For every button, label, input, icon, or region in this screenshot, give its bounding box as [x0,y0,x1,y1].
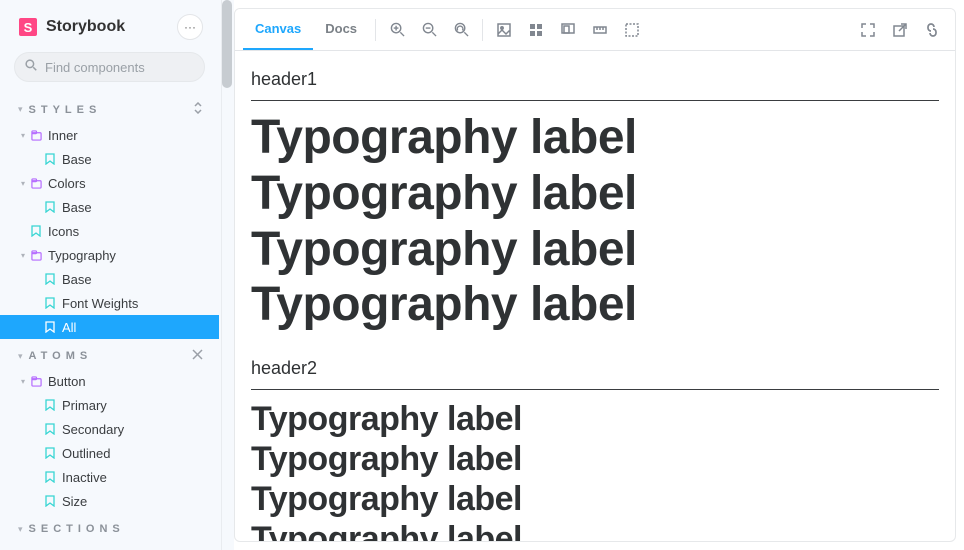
chevron-down-icon: ▾ [18,351,23,362]
story-item[interactable]: Base [0,195,219,219]
background-icon[interactable] [489,15,519,45]
folder-item[interactable]: ▾ Inner [0,123,219,147]
typography-sample: Typography label [251,440,939,478]
zoom-in-icon[interactable] [382,15,412,45]
section-label: ATOMS [29,350,93,362]
component-icon [30,249,42,261]
bookmark-icon [44,321,56,333]
chevron-down-icon: ▾ [18,179,28,188]
story-item[interactable]: All [0,315,219,339]
component-icon [30,177,42,189]
tab-canvas[interactable]: Canvas [243,9,313,50]
search-input[interactable] [43,59,221,76]
divider [251,100,939,101]
bookmark-icon [44,471,56,483]
bookmark-icon [44,423,56,435]
chevron-down-icon: ▾ [18,104,23,115]
tree-item-label: Inactive [62,470,211,485]
section-label: STYLES [29,104,102,116]
outline-icon[interactable] [617,15,647,45]
tab-docs[interactable]: Docs [313,9,369,50]
chevron-down-icon: ▾ [18,377,28,386]
divider [251,389,939,390]
typography-sample: Typography label [251,520,939,541]
bookmark-icon [44,273,56,285]
open-external-icon[interactable] [885,15,915,45]
search-icon [25,58,37,76]
component-icon [30,129,42,141]
tree-item-label: Inner [48,128,211,143]
story-item[interactable]: Inactive [0,465,219,489]
story-item[interactable]: Outlined [0,441,219,465]
search-input-wrapper[interactable]: / [14,52,205,82]
tree-item-label: Colors [48,176,211,191]
section-head-styles[interactable]: ▾ STYLES [0,92,219,123]
grid-icon[interactable] [521,15,551,45]
typography-sample: Typography label [251,480,939,518]
tree-item-label: Base [62,200,211,215]
story-item[interactable]: Primary [0,393,219,417]
typography-sample: Typography label [251,167,939,221]
story-item[interactable]: Size [0,489,219,513]
zoom-out-icon[interactable] [414,15,444,45]
bookmark-icon [30,225,42,237]
viewport-icon[interactable] [553,15,583,45]
sidebar-menu-button[interactable]: ··· [177,14,203,40]
tree-item-label: Typography [48,248,211,263]
tree-item-label: Secondary [62,422,211,437]
typography-sample: Typography label [251,111,939,165]
story-item[interactable]: Font Weights [0,291,219,315]
zoom-reset-icon[interactable] [446,15,476,45]
tree-item-label: Icons [48,224,211,239]
tree-item-label: Size [62,494,211,509]
svg-text:S: S [24,20,33,35]
typography-sample: Typography label [251,278,939,332]
tree-item-label: Font Weights [62,296,211,311]
bookmark-icon [44,495,56,507]
toolbar-divider [375,19,376,41]
chevron-down-icon: ▾ [18,131,28,140]
section-label: SECTIONS [29,523,125,535]
group-heading: header1 [251,69,939,90]
typography-sample: Typography label [251,400,939,438]
story-item[interactable]: Icons [0,219,219,243]
tree-item-label: Base [62,152,211,167]
bookmark-icon [44,297,56,309]
typography-sample: Typography label [251,223,939,277]
story-item[interactable]: Base [0,267,219,291]
chevron-down-icon: ▾ [18,251,28,260]
bookmark-icon [44,399,56,411]
bookmark-icon [44,201,56,213]
tree-item-label: Base [62,272,211,287]
tree-item-label: Primary [62,398,211,413]
folder-item[interactable]: ▾ Button [0,369,219,393]
toolbar-divider [482,19,483,41]
story-item[interactable]: Secondary [0,417,219,441]
tree-item-label: Button [48,374,211,389]
tree-item-label: All [62,320,211,335]
section-head-sections[interactable]: ▾ SECTIONS [0,513,219,541]
measure-icon[interactable] [585,15,615,45]
chevron-down-icon: ▾ [18,524,23,535]
folder-item[interactable]: ▾ Colors [0,171,219,195]
brand-title: Storybook [46,18,125,36]
sidebar-scrollbar[interactable] [222,0,234,550]
component-icon [30,375,42,387]
folder-item[interactable]: ▾ Typography [0,243,219,267]
storybook-logo: S [18,17,38,37]
collapse-all-icon[interactable] [192,349,203,363]
group-heading: header2 [251,358,939,379]
expand-collapse-icon[interactable] [193,102,203,117]
fullscreen-icon[interactable] [853,15,883,45]
link-icon[interactable] [917,15,947,45]
bookmark-icon [44,153,56,165]
story-item[interactable]: Base [0,147,219,171]
section-head-atoms[interactable]: ▾ ATOMS [0,339,219,369]
bookmark-icon [44,447,56,459]
tree-item-label: Outlined [62,446,211,461]
